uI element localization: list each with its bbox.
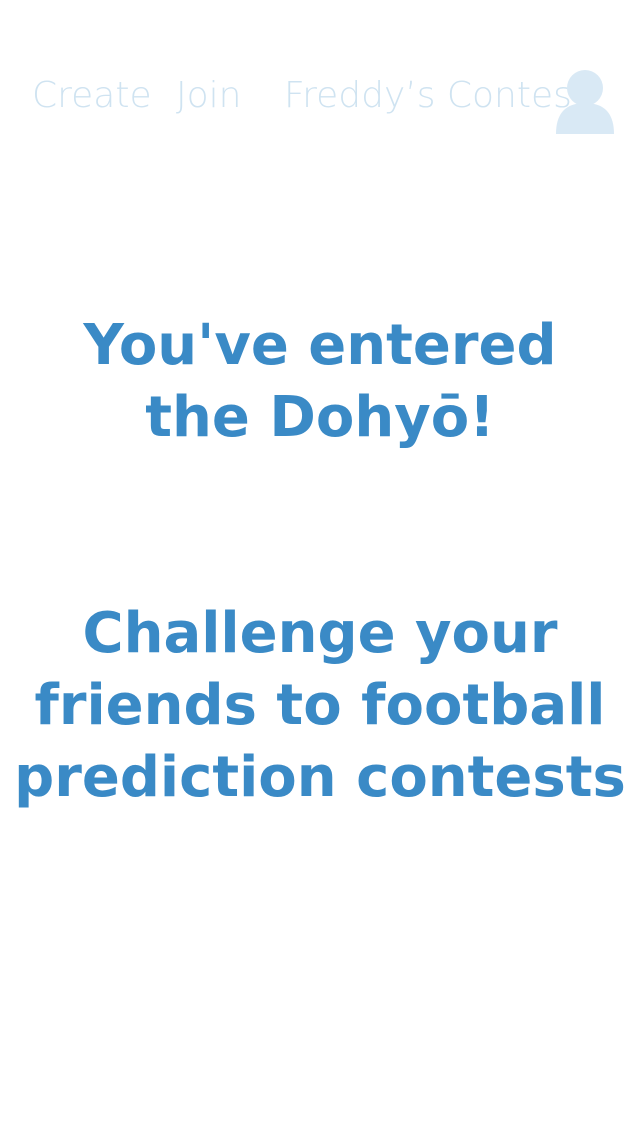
welcome-heading-line-1: You've entered (83, 313, 557, 378)
user-avatar-icon[interactable] (556, 68, 614, 134)
tagline-line-3: prediction contests (14, 745, 626, 810)
tagline-line-2: friends to football (34, 673, 606, 738)
nav-contest-link[interactable]: Freddy’s Contest (284, 72, 586, 120)
welcome-heading: You've entered the Dohyō! (0, 310, 640, 454)
nav-create-link[interactable]: Create (32, 72, 152, 120)
user-avatar-graphic (556, 70, 614, 134)
welcome-heading-line-2: the Dohyō! (145, 385, 495, 450)
nav-join-link[interactable]: Join (176, 72, 241, 120)
tagline: Challenge your friends to football predi… (0, 598, 640, 814)
top-navigation: Create Join Freddy’s Contest (0, 0, 640, 140)
tagline-line-1: Challenge your (82, 601, 558, 666)
